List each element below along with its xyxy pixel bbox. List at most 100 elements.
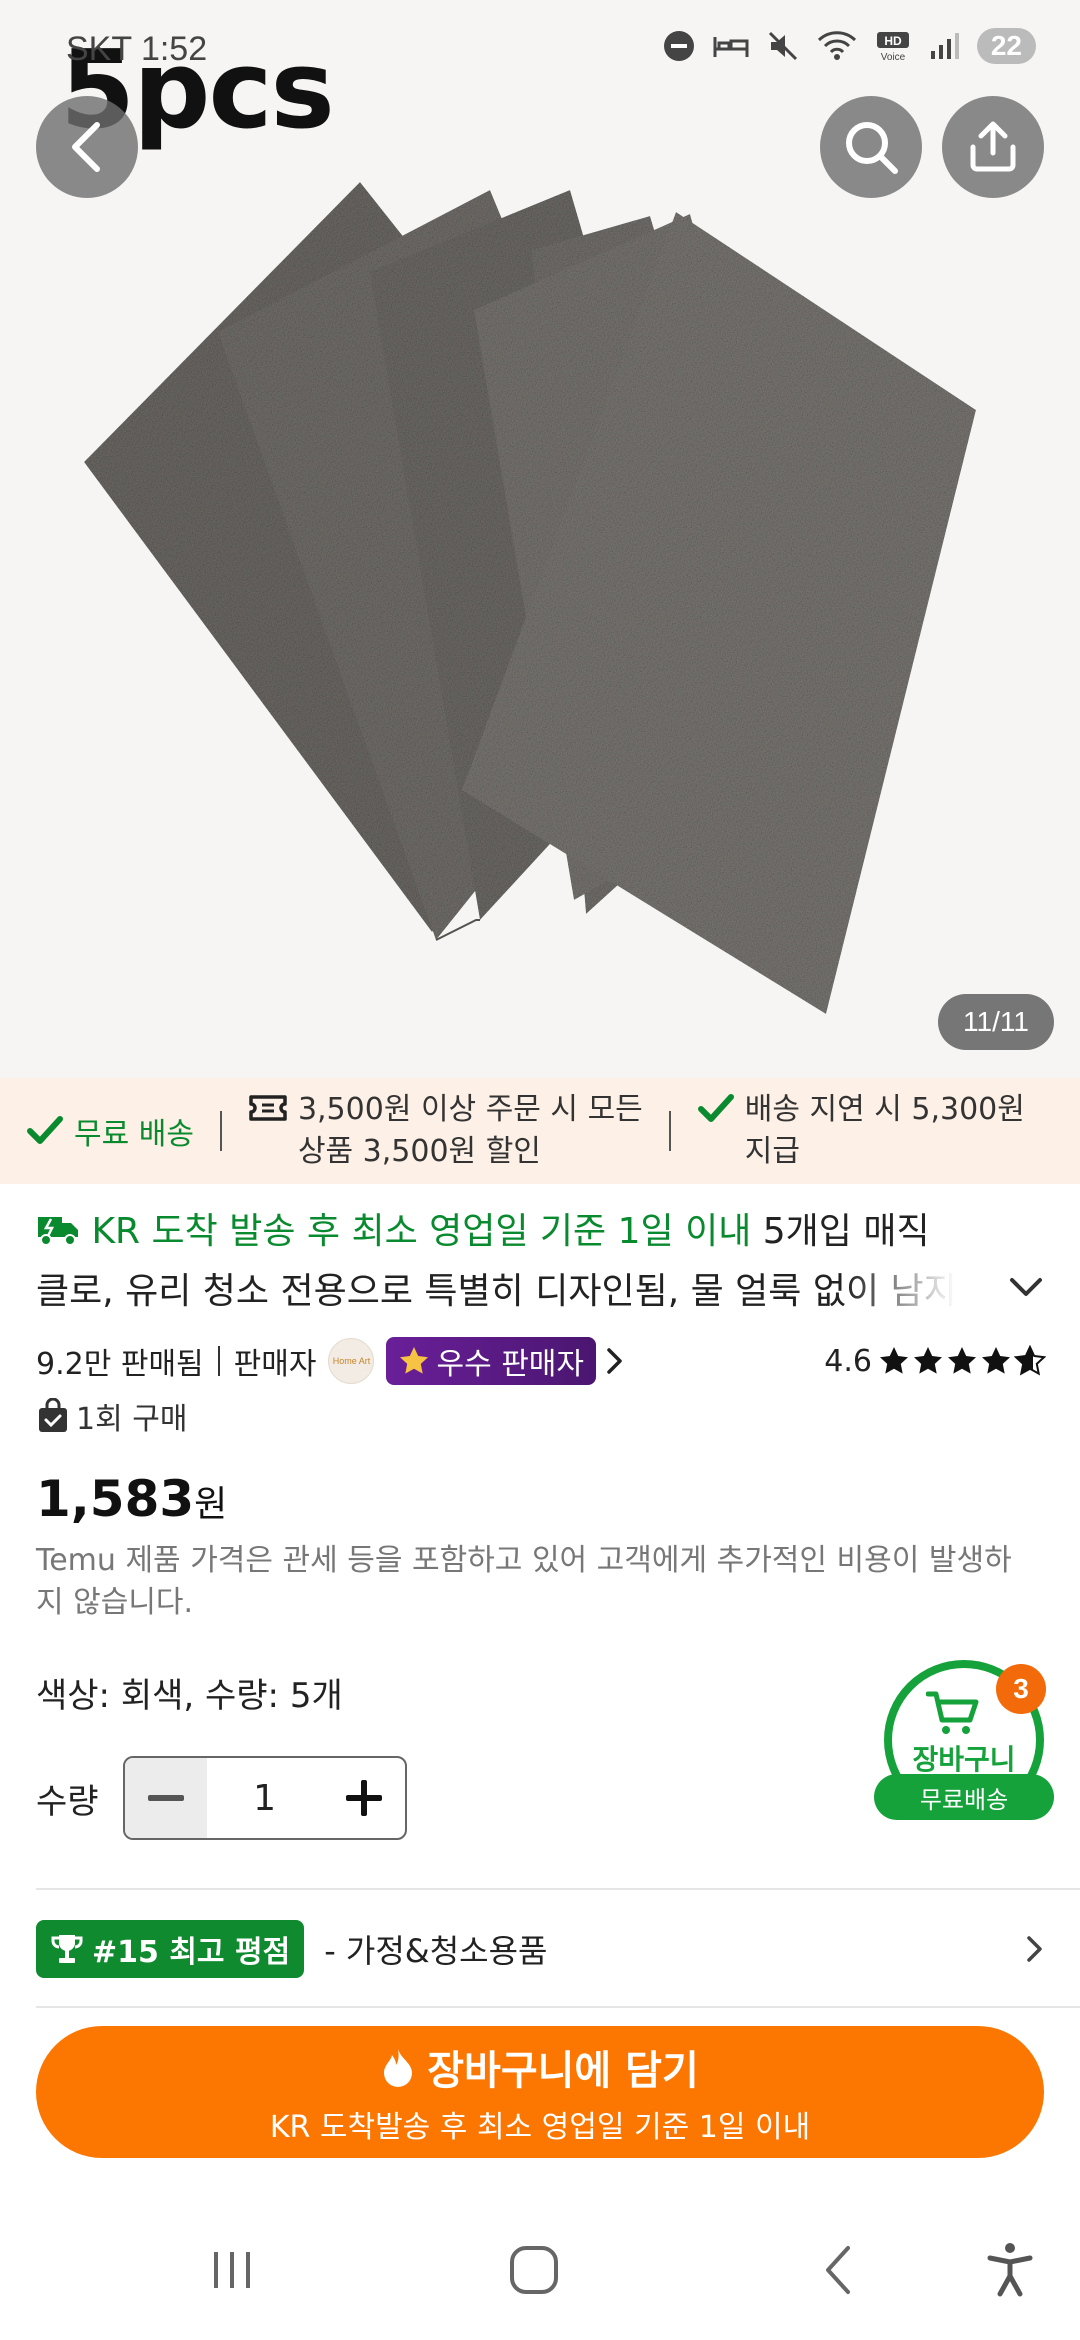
do-not-disturb-icon — [663, 31, 694, 61]
rank-badge: #15 최고 평점 — [36, 1920, 305, 1978]
status-time: SKT 1:52 — [66, 30, 208, 68]
rating-stars — [878, 1345, 1046, 1377]
home-icon — [510, 2246, 558, 2294]
increase-quantity-button[interactable] — [323, 1758, 405, 1838]
mute-icon — [768, 31, 797, 61]
promo-discount-line1: 3,500원 이상 주문 시 모든 — [297, 1092, 643, 1127]
chevron-right-icon — [1027, 1936, 1042, 1962]
product-image-gallery[interactable]: 5pcs SKT 1:52 HD Voice 22 11/11 — [0, 0, 1080, 1078]
signal-icon — [930, 33, 959, 59]
promo-free-shipping: 무료 배송 — [0, 1109, 220, 1153]
cart-icon — [926, 1691, 979, 1734]
title-text-rest: 5개입 매직 — [751, 1211, 930, 1252]
quantity-stepper[interactable]: 1 — [122, 1756, 407, 1840]
back-button[interactable] — [36, 96, 138, 198]
promo-delay-compensation: 배송 지연 시 5,300원 지급 — [671, 1089, 1051, 1173]
accessibility-button[interactable] — [970, 2238, 1050, 2302]
title-text-line2: 클로, 유리 청소 전용으로 특별히 디자인됨, 물 얼룩 없이 남지 — [36, 1271, 956, 1312]
trophy-icon — [51, 1935, 83, 1963]
promo-delay-line1: 배송 지연 시 5,300원 — [744, 1092, 1025, 1127]
rank-badge-label: #15 최고 평점 — [92, 1935, 291, 1970]
title-fade — [846, 1262, 956, 1322]
status-icons: HD Voice 22 — [663, 28, 1036, 64]
back-arrow-icon — [826, 2246, 850, 2294]
search-icon — [846, 122, 898, 174]
shopping-bag-check-icon — [39, 1398, 67, 1432]
star-filled-icon — [914, 1347, 942, 1374]
price-note: Temu 제품 가격은 관세 등을 포함하고 있어 고객에게 추가적인 비용이 … — [36, 1543, 1012, 1620]
purchase-count-row: 1회 구매 — [36, 1394, 187, 1438]
product-title-line2: 클로, 유리 청소 전용으로 특별히 디자인됨, 물 얼룩 없이 남지 — [36, 1262, 956, 1322]
cart-count-badge: 3 — [996, 1664, 1046, 1714]
shipping-highlight: KR 도착 발송 후 최소 영업일 기준 1일 이내 — [91, 1211, 752, 1252]
chevron-right-icon[interactable] — [604, 1346, 626, 1376]
check-icon — [27, 1116, 63, 1144]
flame-icon — [384, 2049, 413, 2087]
quantity-row: 수량 1 — [36, 1756, 407, 1840]
product-title-line1: KR 도착 발송 후 최소 영업일 기준 1일 이내 5개입 매직 — [36, 1202, 1046, 1262]
image-counter: 11/11 — [938, 994, 1054, 1050]
quantity-value[interactable]: 1 — [207, 1758, 323, 1838]
star-half-icon — [1014, 1345, 1046, 1376]
section-divider — [36, 2006, 1080, 2008]
cart-free-shipping-pill: 무료배송 — [874, 1774, 1054, 1820]
promo-strip[interactable]: 무료 배송 3,500원 이상 주문 시 모든 상품 3,500원 할인 배송 … — [0, 1078, 1080, 1184]
promo-delay-line2: 지급 — [744, 1134, 800, 1169]
seller-label: 판매자 — [233, 1347, 317, 1382]
quantity-label: 수량 — [36, 1781, 99, 1822]
delivery-truck-icon — [38, 1217, 78, 1246]
home-button[interactable] — [494, 2238, 574, 2302]
search-button[interactable] — [820, 96, 922, 198]
promo-discount-line2: 상품 3,500원 할인 — [297, 1134, 541, 1169]
variant-selection[interactable]: 색상: 회색, 수량: 5개 — [36, 1668, 343, 1717]
star-seller-label: 우수 판매자 — [436, 1347, 585, 1382]
sold-count: 9.2만 판매됨 — [36, 1347, 204, 1382]
recent-apps-icon — [214, 2252, 250, 2288]
rating-value: 4.6 — [824, 1343, 872, 1379]
hd-voice-icon: HD Voice — [876, 32, 909, 62]
add-to-cart-subtext: KR 도착발송 후 최소 영업일 기준 1일 이내 — [269, 2110, 811, 2145]
product-meta-row: 9.2만 판매됨 판매자 Home Art 우수 판매자 4.6 — [36, 1336, 1046, 1386]
sleep-mode-icon — [713, 37, 749, 57]
purchase-count: 1회 구매 — [76, 1402, 188, 1437]
status-bar: SKT 1:52 HD Voice 22 — [0, 0, 1080, 100]
share-button[interactable] — [942, 96, 1044, 198]
category-rank-row[interactable]: #15 최고 평점 - 가정&청소용품 — [36, 1918, 1046, 1980]
plus-icon — [345, 1780, 382, 1816]
accessibility-icon — [987, 2243, 1033, 2297]
star-seller-badge[interactable]: 우수 판매자 — [386, 1337, 597, 1385]
promo-discount: 3,500원 이상 주문 시 모든 상품 3,500원 할인 — [222, 1089, 669, 1173]
star-filled-icon — [948, 1347, 976, 1374]
expand-title-chevron-down-icon[interactable] — [1006, 1272, 1046, 1302]
chevron-left-icon — [72, 122, 100, 172]
seller-avatar[interactable]: Home Art — [328, 1338, 375, 1384]
floating-cart-button[interactable]: 3 장바구니 무료배송 — [874, 1660, 1054, 1820]
rating[interactable]: 4.6 — [824, 1344, 1046, 1379]
recent-apps-button[interactable] — [192, 2238, 272, 2302]
add-to-cart-label: 장바구니에 담기 — [427, 2048, 699, 2094]
battery-indicator: 22 — [976, 28, 1036, 64]
back-nav-button[interactable] — [798, 2238, 878, 2302]
price-currency: 원 — [194, 1484, 228, 1525]
check-icon — [697, 1094, 734, 1122]
system-nav-bar — [0, 2200, 1080, 2340]
svg-text:Voice: Voice — [881, 52, 906, 62]
star-icon — [400, 1347, 429, 1374]
star-filled-icon — [880, 1347, 908, 1374]
meta-divider — [217, 1346, 220, 1376]
add-to-cart-button[interactable]: 장바구니에 담기 KR 도착발송 후 최소 영업일 기준 1일 이내 — [36, 2026, 1044, 2158]
rank-category: - 가정&청소용품 — [324, 1932, 548, 1970]
wifi-icon — [817, 31, 856, 60]
price: 1,583원 — [36, 1470, 227, 1528]
svg-text:HD: HD — [884, 34, 902, 48]
star-filled-icon — [982, 1347, 1010, 1374]
decrease-quantity-button[interactable] — [124, 1758, 207, 1838]
section-divider — [36, 1888, 1080, 1890]
cart-label: 장바구니 — [912, 1743, 1016, 1776]
product-title[interactable]: KR 도착 발송 후 최소 영업일 기준 1일 이내 5개입 매직 클로, 유리… — [36, 1202, 1046, 1322]
add-to-cart-main: 장바구니에 담기 — [381, 2038, 699, 2096]
minus-icon — [147, 1795, 184, 1801]
price-value: 1,583 — [36, 1470, 195, 1528]
share-icon — [970, 121, 1016, 172]
promo-free-shipping-label: 무료 배송 — [74, 1117, 194, 1152]
